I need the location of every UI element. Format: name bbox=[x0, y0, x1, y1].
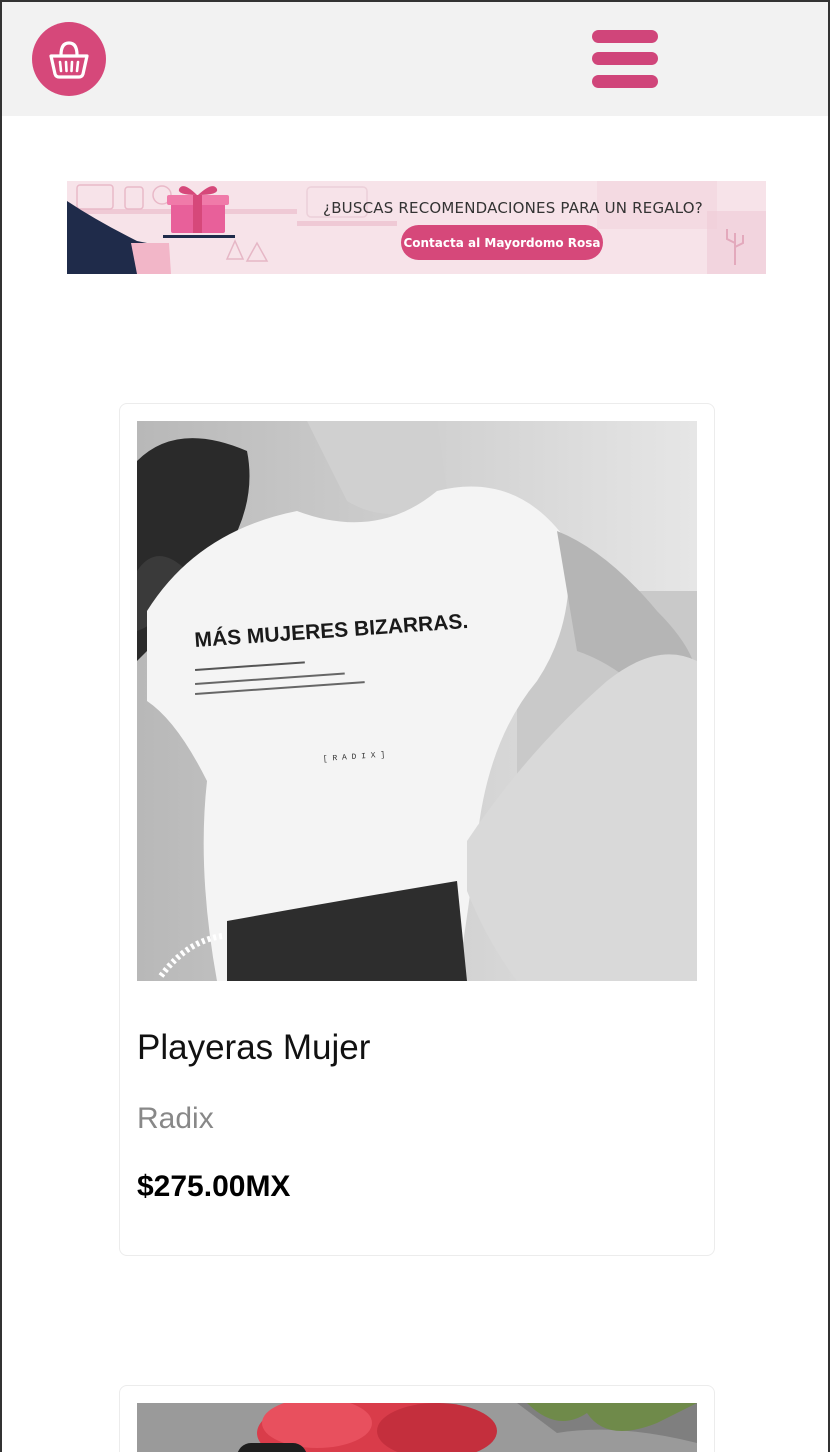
product-photo bbox=[137, 1403, 697, 1452]
product-title[interactable]: Playeras Mujer bbox=[137, 1028, 370, 1068]
product-photo: MÁS MUJERES BIZARRAS. [ R A D I X ] bbox=[137, 421, 697, 981]
product-card[interactable] bbox=[119, 1385, 715, 1452]
product-image[interactable]: MÁS MUJERES BIZARRAS. [ R A D I X ] bbox=[137, 421, 697, 981]
product-image[interactable] bbox=[137, 1403, 697, 1452]
product-price: $275.00MX bbox=[137, 1170, 291, 1203]
site-header bbox=[2, 2, 828, 116]
product-brand: Radix bbox=[137, 1102, 214, 1135]
product-card[interactable]: MÁS MUJERES BIZARRAS. [ R A D I X ] Play… bbox=[119, 403, 715, 1256]
hamburger-menu-icon-bar bbox=[592, 75, 658, 88]
store-logo[interactable] bbox=[32, 22, 106, 96]
banner-headline: ¿BUSCAS RECOMENDACIONES PARA UN REGALO? bbox=[323, 199, 703, 217]
hamburger-menu-icon-bar bbox=[592, 52, 658, 65]
hamburger-menu-button[interactable] bbox=[592, 28, 660, 90]
contact-butler-button[interactable]: Contacta al Mayordomo Rosa bbox=[401, 225, 603, 260]
hamburger-menu-icon bbox=[592, 30, 658, 43]
gift-recommendation-banner[interactable]: ¿BUSCAS RECOMENDACIONES PARA UN REGALO? … bbox=[67, 181, 766, 274]
basket-icon bbox=[49, 41, 89, 79]
